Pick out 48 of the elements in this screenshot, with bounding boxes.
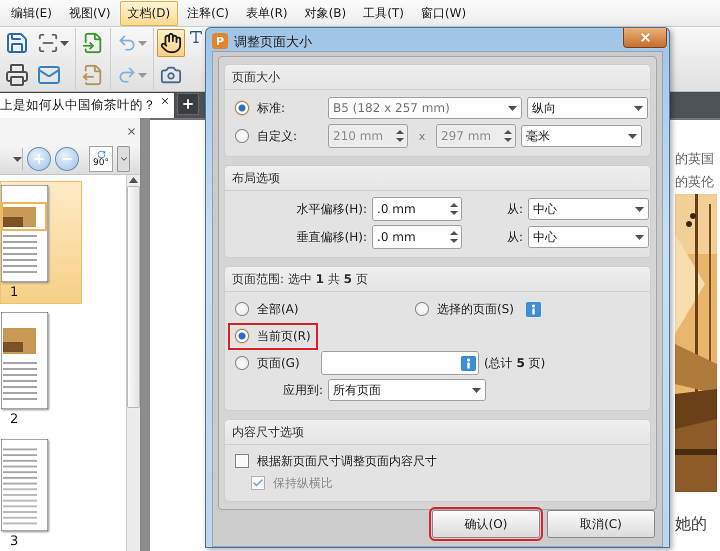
radio-option[interactable]: 选择的页面(S) — [408, 296, 521, 322]
document-tab[interactable]: 上是如何从中国偷茶叶的？ — [0, 93, 174, 118]
document-text: 的英国 — [675, 151, 715, 169]
field-label: 从: — [506, 200, 523, 218]
spin-field[interactable]: .0 mm — [372, 197, 462, 221]
page-count-text: (总计 5 页) — [484, 354, 546, 372]
rotate-button[interactable]: 90° — [89, 146, 113, 172]
dropdown[interactable]: 毫米 — [521, 125, 642, 147]
section-title: 内容尺寸选项 — [232, 424, 304, 440]
menu-item[interactable]: 注释(C) — [179, 0, 237, 26]
dialog-button[interactable]: 确认(O) — [432, 510, 540, 538]
field-label: 应用到: — [282, 382, 323, 398]
field-label: 从: — [506, 228, 523, 246]
menu-item[interactable]: 视图(V) — [60, 0, 119, 26]
menu-item[interactable]: 表单(R) — [238, 0, 296, 26]
menu-item[interactable]: 编辑(E) — [3, 0, 60, 26]
dialog-button[interactable]: 取消(C) — [547, 510, 655, 538]
page-thumbnail[interactable]: 1 — [0, 181, 82, 304]
menu-item[interactable]: 工具(T) — [355, 0, 412, 26]
field-label: 垂直偏移(H): — [296, 228, 367, 246]
section-title: 页面范围: 选中 1 共 5 页 — [232, 270, 368, 288]
radio-option[interactable]: 自定义: — [228, 122, 323, 150]
radio-option[interactable]: 当前页(R) — [228, 322, 318, 350]
dropdown[interactable]: 纵向 — [527, 97, 648, 119]
field-label: 水平偏移(H): — [296, 200, 367, 218]
page-number: 1 — [10, 285, 18, 301]
dropdown[interactable]: 中心 — [528, 198, 649, 220]
times-sign: x — [418, 130, 426, 142]
dropdown[interactable]: 所有页面 — [328, 379, 486, 401]
dialog-title: 调整页面大小 — [234, 34, 312, 51]
app-logo: P — [212, 33, 228, 49]
page-number: 3 — [10, 534, 18, 550]
page-number: 2 — [10, 412, 18, 428]
dropdown[interactable]: B5 (182 x 257 mm) — [328, 97, 522, 119]
menu-item[interactable]: 文档(D) — [120, 0, 178, 26]
radio-option[interactable]: 页面(G) — [228, 350, 316, 376]
document-text: 她的 — [675, 514, 708, 535]
radio-option[interactable]: 标准: — [228, 94, 323, 122]
menu-item[interactable]: 窗口(W) — [412, 0, 474, 26]
menu-item[interactable]: 对象(B) — [296, 0, 354, 26]
dropdown[interactable]: 中心 — [528, 226, 649, 248]
page-thumbnail[interactable]: 3 — [0, 435, 82, 551]
section-title: 页面大小 — [232, 68, 280, 86]
page-thumbnail[interactable]: 2 — [0, 308, 82, 431]
section-title: 布局选项 — [232, 170, 280, 186]
document-text: 的英伦 — [675, 174, 715, 192]
spin-field[interactable]: .0 mm — [372, 225, 462, 249]
radio-option[interactable]: 全部(A) — [228, 296, 408, 322]
